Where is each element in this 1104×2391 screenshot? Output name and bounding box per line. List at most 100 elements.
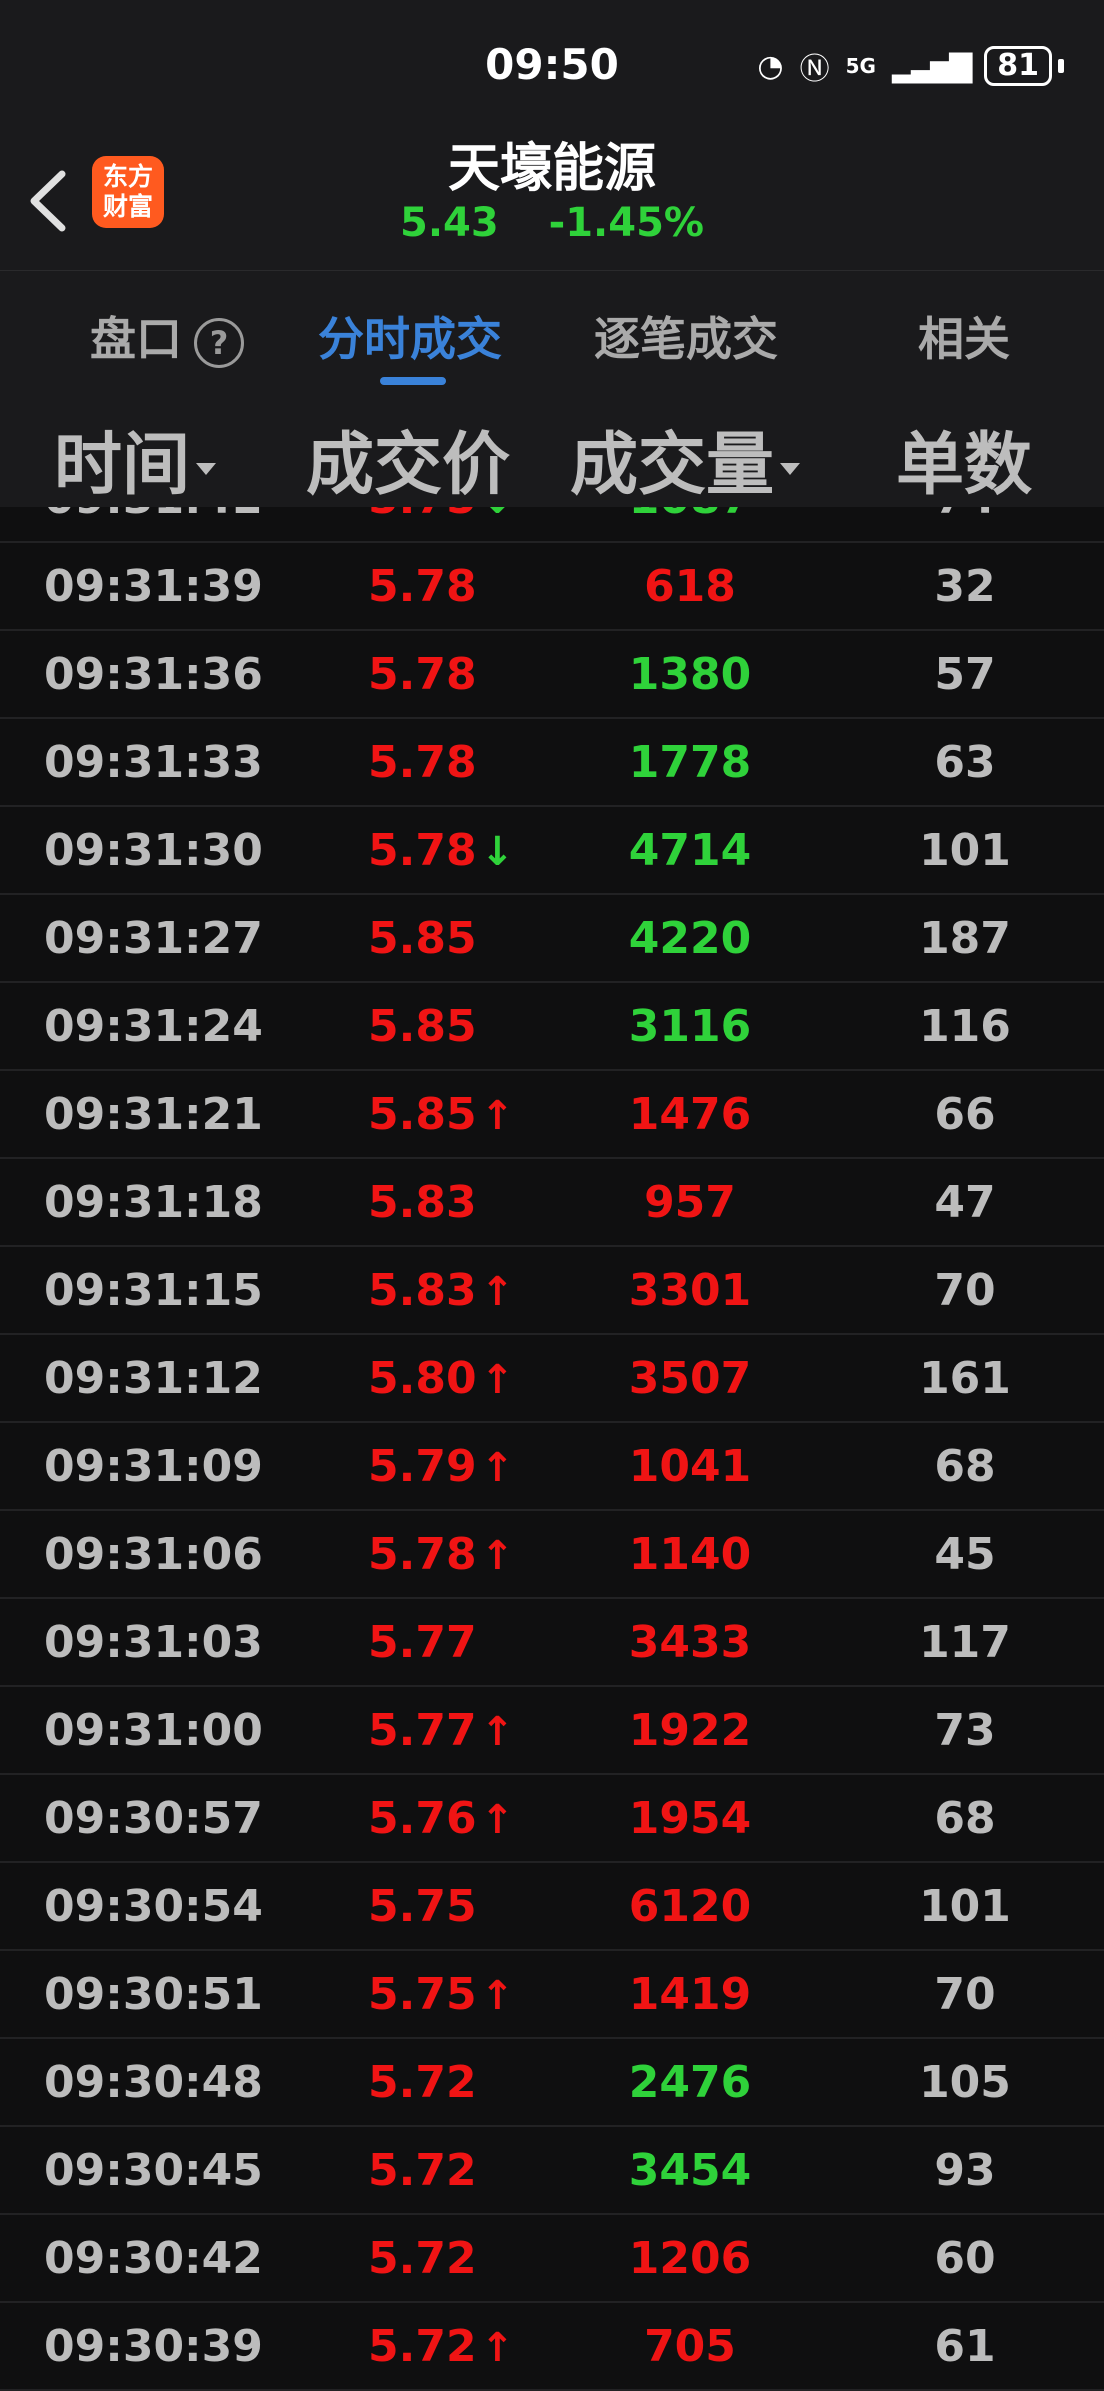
tab-tick-trades[interactable]: 逐笔成交 xyxy=(594,303,778,369)
table-row[interactable]: 09:31:06 5.78 ↑ 1140 45 xyxy=(0,1511,1104,1599)
trade-time: 09:31:21 xyxy=(44,1089,263,1140)
trade-price: 5.83 xyxy=(368,1177,477,1228)
trade-volume: 3116 xyxy=(628,1001,752,1052)
trade-time: 09:30:51 xyxy=(44,1969,263,2020)
trade-price: 5.72 ↑ xyxy=(368,2321,515,2372)
tab-related[interactable]: 相关 xyxy=(918,303,1010,369)
table-row[interactable]: 09:31:30 5.78 ↓ 4714 101 xyxy=(0,807,1104,895)
trade-volume: 1954 xyxy=(628,1793,752,1844)
trade-time: 09:31:15 xyxy=(44,1265,263,1316)
nfc-icon: Ⓝ xyxy=(799,52,830,87)
trade-time: 09:30:54 xyxy=(44,1881,263,1932)
trade-count: 45 xyxy=(934,1529,996,1580)
table-row[interactable]: 09:31:27 5.85 4220 187 xyxy=(0,895,1104,983)
trade-list[interactable]: 09:31:425.75↓10877409:31:395.786183209:3… xyxy=(0,455,1104,2391)
stock-header: 东方 财富 天壕能源 5.43 -1.45% xyxy=(0,139,1104,270)
trade-volume: 1380 xyxy=(628,649,752,700)
trade-price: 5.80 ↑ xyxy=(368,1353,515,1404)
trade-price: 5.77 ↑ xyxy=(368,1705,515,1756)
table-row[interactable]: 09:31:18 5.83 957 47 xyxy=(0,1159,1104,1247)
table-row[interactable]: 09:31:39 5.78 618 32 xyxy=(0,543,1104,631)
table-row[interactable]: 09:31:15 5.83 ↑ 3301 70 xyxy=(0,1247,1104,1335)
tab-pankou[interactable]: 盘口? xyxy=(90,303,244,369)
table-row[interactable]: 09:31:24 5.85 3116 116 xyxy=(0,983,1104,1071)
trade-time: 09:31:30 xyxy=(44,825,263,876)
column-volume[interactable]: 成交量 xyxy=(570,409,801,508)
table-row[interactable]: 09:31:21 5.85 ↑ 1476 66 xyxy=(0,1071,1104,1159)
trade-volume: 3301 xyxy=(628,1265,752,1316)
trade-volume: 957 xyxy=(644,1177,736,1228)
stock-change: -1.45% xyxy=(548,200,704,246)
trade-time: 09:31:27 xyxy=(44,913,263,964)
trade-count: 70 xyxy=(934,1969,996,2020)
trade-price: 5.77 xyxy=(368,1617,477,1668)
trade-volume: 1476 xyxy=(628,1089,752,1140)
trade-price: 5.72 xyxy=(368,2233,477,2284)
trade-volume: 1140 xyxy=(628,1529,752,1580)
trade-count: 68 xyxy=(934,1441,996,1492)
table-row[interactable]: 09:31:03 5.77 3433 117 xyxy=(0,1599,1104,1687)
table-row[interactable]: 09:30:54 5.75 6120 101 xyxy=(0,1863,1104,1951)
trade-time: 09:31:09 xyxy=(44,1441,263,1492)
trade-volume: 705 xyxy=(644,2321,736,2372)
trade-price: 5.76 ↑ xyxy=(368,1793,515,1844)
trade-volume: 6120 xyxy=(628,1881,752,1932)
table-row[interactable]: 09:31:36 5.78 1380 57 xyxy=(0,631,1104,719)
trade-volume: 3454 xyxy=(628,2145,752,2196)
trade-time: 09:30:57 xyxy=(44,1793,263,1844)
stock-name: 天壕能源 xyxy=(447,139,656,199)
trade-count: 187 xyxy=(919,913,1011,964)
table-row[interactable]: 09:30:57 5.76 ↑ 1954 68 xyxy=(0,1775,1104,1863)
arrow-down-icon: ↓ xyxy=(480,829,515,875)
table-row[interactable]: 09:31:12 5.80 ↑ 3507 161 xyxy=(0,1335,1104,1423)
trade-price: 5.85 xyxy=(368,1001,477,1052)
trade-time: 09:31:12 xyxy=(44,1353,263,1404)
arrow-up-icon: ↑ xyxy=(480,1533,515,1579)
table-row[interactable]: 09:31:09 5.79 ↑ 1041 68 xyxy=(0,1423,1104,1511)
trade-price: 5.85 ↑ xyxy=(368,1089,515,1140)
table-row[interactable]: 09:31:33 5.78 1778 63 xyxy=(0,719,1104,807)
table-row[interactable]: 09:30:39 5.72 ↑ 705 61 xyxy=(0,2303,1104,2391)
column-price: 成交价 xyxy=(306,426,511,505)
trade-price: 5.78 xyxy=(368,737,477,788)
table-row[interactable]: 09:30:42 5.72 1206 60 xyxy=(0,2215,1104,2303)
trade-count: 101 xyxy=(919,1881,1011,1932)
tab-fenshi-trades[interactable]: 分时成交 xyxy=(318,303,502,369)
trade-volume: 3507 xyxy=(628,1353,752,1404)
table-row[interactable]: 09:30:51 5.75 ↑ 1419 70 xyxy=(0,1951,1104,2039)
trade-time: 09:30:39 xyxy=(44,2321,263,2372)
trade-price: 5.85 xyxy=(368,913,477,964)
trade-volume: 4714 xyxy=(628,825,752,876)
table-row[interactable]: 09:30:48 5.72 2476 105 xyxy=(0,2039,1104,2127)
trade-count: 60 xyxy=(934,2233,996,2284)
trade-count: 47 xyxy=(934,1177,996,1228)
table-row[interactable]: 09:31:00 5.77 ↑ 1922 73 xyxy=(0,1687,1104,1775)
trade-volume: 1778 xyxy=(628,737,752,788)
arrow-up-icon: ↑ xyxy=(480,1973,515,2019)
column-time[interactable]: 时间 xyxy=(54,409,217,508)
help-icon[interactable]: ? xyxy=(194,317,244,368)
trade-price: 5.72 xyxy=(368,2057,477,2108)
stock-quote: 5.43 -1.45% xyxy=(0,200,1104,246)
trade-volume: 3433 xyxy=(628,1617,752,1668)
arrow-up-icon: ↑ xyxy=(480,1797,515,1843)
trade-count: 117 xyxy=(919,1617,1011,1668)
table-header: 时间 成交价 成交量 单数 xyxy=(0,395,1104,507)
battery-icon: 81 xyxy=(984,46,1052,86)
trade-count: 63 xyxy=(934,737,996,788)
stock-price: 5.43 xyxy=(399,200,499,246)
trade-price: 5.75 xyxy=(368,1881,477,1932)
trade-time: 09:31:03 xyxy=(44,1617,263,1668)
trade-count: 101 xyxy=(919,825,1011,876)
trade-price: 5.78 xyxy=(368,561,477,612)
trade-count: 161 xyxy=(919,1353,1011,1404)
arrow-up-icon: ↑ xyxy=(480,1445,515,1491)
trade-volume: 618 xyxy=(644,561,736,612)
table-row[interactable]: 09:30:45 5.72 3454 93 xyxy=(0,2127,1104,2215)
active-tab-indicator xyxy=(380,377,446,385)
trade-count: 116 xyxy=(919,1001,1011,1052)
trade-volume: 1041 xyxy=(628,1441,752,1492)
trade-price: 5.78 ↑ xyxy=(368,1529,515,1580)
arrow-up-icon: ↑ xyxy=(480,1093,515,1139)
trade-count: 68 xyxy=(934,1793,996,1844)
